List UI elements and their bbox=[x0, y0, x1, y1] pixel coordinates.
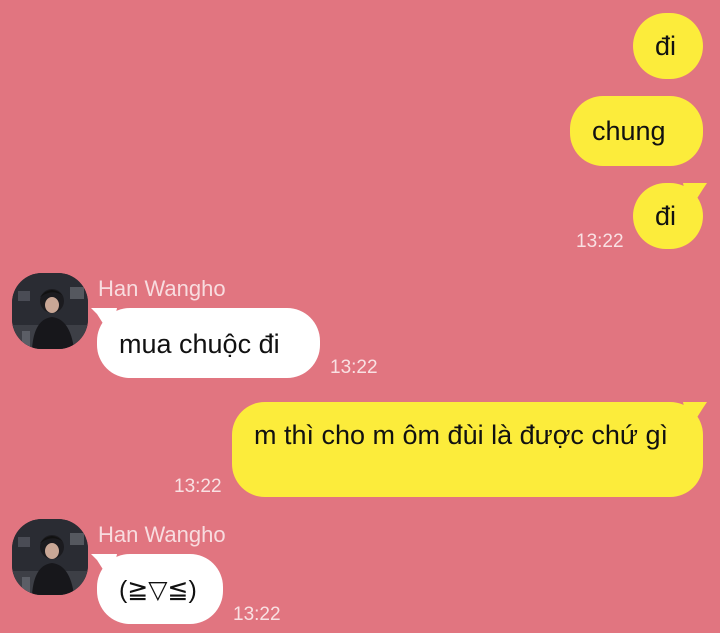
message-text: đi bbox=[655, 201, 677, 231]
sender-name: Han Wangho bbox=[98, 522, 226, 547]
outgoing-message-bubble[interactable]: m thì cho m ôm đùi là được chứ gì bbox=[232, 402, 703, 497]
message-timestamp: 13:22 bbox=[576, 231, 624, 252]
outgoing-bubble-tail bbox=[683, 402, 707, 430]
sender-avatar[interactable] bbox=[12, 273, 88, 349]
message-timestamp: 13:22 bbox=[174, 476, 222, 497]
outgoing-bubble-tail bbox=[683, 183, 707, 211]
message-timestamp: 13:22 bbox=[233, 604, 281, 625]
message-timestamp: 13:22 bbox=[330, 357, 378, 378]
incoming-message-bubble[interactable]: mua chuộc đi bbox=[97, 308, 320, 378]
message-text: (≧▽≦) bbox=[119, 576, 197, 604]
outgoing-message-bubble[interactable]: chung bbox=[570, 96, 703, 166]
message-text: chung bbox=[592, 116, 666, 146]
outgoing-message-bubble[interactable]: đi bbox=[633, 13, 703, 79]
incoming-message-bubble[interactable]: (≧▽≦) bbox=[97, 554, 223, 624]
message-text: đi bbox=[655, 31, 677, 61]
sender-avatar[interactable] bbox=[12, 519, 88, 595]
message-text: mua chuộc đi bbox=[119, 329, 280, 359]
user-avatar-photo-icon bbox=[12, 519, 88, 595]
user-avatar-photo-icon bbox=[12, 273, 88, 349]
message-text: m thì cho m ôm đùi là được chứ gì bbox=[254, 420, 669, 450]
sender-name: Han Wangho bbox=[98, 276, 226, 301]
